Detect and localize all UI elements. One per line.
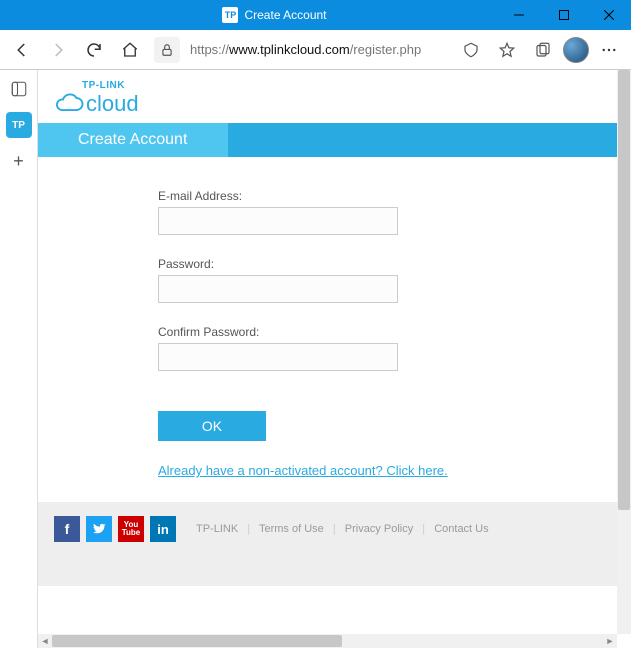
non-activated-account-link[interactable]: Already have a non-activated account? Cl… (158, 463, 478, 478)
nav-refresh-button[interactable] (78, 34, 110, 66)
address-bar[interactable]: https://www.tplinkcloud.com/register.php (190, 42, 451, 57)
page-footer: f YouTube in TP-LINK | Terms of Use | Pr… (38, 502, 617, 556)
footer-link-privacy[interactable]: Privacy Policy (345, 523, 413, 535)
youtube-icon[interactable]: YouTube (118, 516, 144, 542)
confirm-password-field[interactable] (158, 343, 398, 371)
nav-back-button[interactable] (6, 34, 38, 66)
nav-home-button[interactable] (114, 34, 146, 66)
email-field[interactable] (158, 207, 398, 235)
tab-actions-button[interactable] (6, 76, 32, 102)
window-close-button[interactable] (586, 0, 631, 30)
password-label: Password: (158, 257, 478, 271)
cloud-icon (54, 93, 84, 115)
vertical-scrollbar-thumb[interactable] (618, 70, 630, 510)
registration-form: E-mail Address: Password: Confirm Passwo… (38, 157, 617, 502)
page-viewport: TP-LINK cloud Create Account E-mail Addr… (38, 70, 631, 648)
window-title: Create Account (244, 8, 326, 22)
ok-button[interactable]: OK (158, 411, 266, 441)
collections-button[interactable] (527, 34, 559, 66)
url-prefix: https:// (190, 42, 229, 57)
site-info-button[interactable] (154, 37, 180, 63)
logo-area: TP-LINK cloud (38, 70, 631, 123)
footer-link-terms[interactable]: Terms of Use (259, 523, 324, 535)
nav-forward-button[interactable] (42, 34, 74, 66)
footer-link-tplink[interactable]: TP-LINK (196, 523, 238, 535)
facebook-icon[interactable]: f (54, 516, 80, 542)
page-banner: Create Account (38, 123, 631, 157)
confirm-password-label: Confirm Password: (158, 325, 478, 339)
horizontal-scrollbar-thumb[interactable] (52, 635, 342, 647)
logo-product-text: cloud (86, 91, 139, 117)
window-maximize-button[interactable] (541, 0, 586, 30)
password-field[interactable] (158, 275, 398, 303)
tab-current[interactable]: TP (6, 112, 32, 138)
logo-brand-text: TP-LINK (82, 80, 174, 91)
twitter-icon[interactable] (86, 516, 112, 542)
browser-toolbar: https://www.tplinkcloud.com/register.php (0, 30, 631, 70)
footer-link-contact[interactable]: Contact Us (434, 523, 488, 535)
email-label: E-mail Address: (158, 189, 478, 203)
vertical-tabs-bar: TP + (0, 70, 38, 648)
more-menu-button[interactable] (593, 34, 625, 66)
shopping-button[interactable] (455, 34, 487, 66)
scroll-left-arrow[interactable]: ◄ (38, 634, 52, 648)
window-minimize-button[interactable] (496, 0, 541, 30)
scroll-right-arrow[interactable]: ► (603, 634, 617, 648)
window-titlebar: TP Create Account (0, 0, 631, 30)
url-domain: www.tplinkcloud.com (229, 42, 350, 57)
window-title-area: TP Create Account (53, 7, 496, 23)
profile-avatar[interactable] (563, 37, 589, 63)
window-favicon: TP (222, 7, 238, 23)
new-tab-button[interactable]: + (6, 148, 32, 174)
linkedin-icon[interactable]: in (150, 516, 176, 542)
horizontal-scrollbar[interactable]: ◄ ► (38, 634, 617, 648)
favorites-button[interactable] (491, 34, 523, 66)
vertical-scrollbar[interactable] (617, 70, 631, 634)
footer-links: TP-LINK | Terms of Use | Privacy Policy … (196, 523, 489, 535)
url-path: /register.php (350, 42, 422, 57)
banner-title: Create Account (38, 123, 228, 157)
